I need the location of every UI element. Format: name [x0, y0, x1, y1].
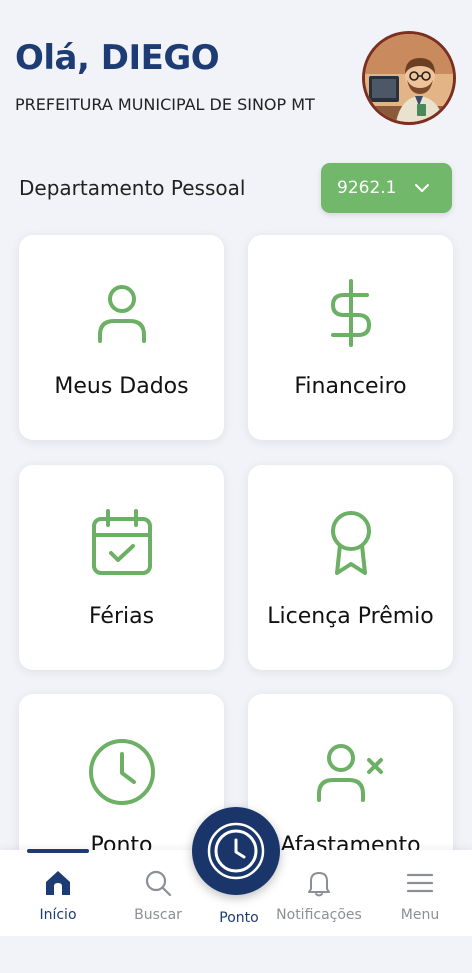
nav-label-ponto[interactable]: Ponto — [192, 910, 286, 926]
bottom-safe-area — [0, 936, 472, 973]
ponto-fab-button[interactable] — [192, 807, 280, 895]
bell-icon — [308, 872, 330, 897]
nav-label: Início — [39, 907, 77, 923]
greeting: Olá, DIEGO — [15, 38, 220, 78]
nav-item-menu[interactable]: Menu — [373, 850, 467, 936]
card-label: Meus Dados — [54, 374, 189, 399]
user-x-icon — [316, 744, 383, 802]
card-meus-dados[interactable]: Meus Dados — [19, 235, 224, 440]
award-icon — [330, 511, 371, 575]
user-icon — [97, 285, 146, 343]
card-financeiro[interactable]: Financeiro — [248, 235, 453, 440]
chevron-down-icon — [415, 184, 429, 192]
nav-label: Notificações — [276, 907, 362, 923]
avatar[interactable] — [362, 31, 456, 125]
organization-name: PREFEITURA MUNICIPAL DE SINOP MT — [15, 95, 315, 114]
card-label: Licença Prêmio — [267, 604, 434, 629]
department-label: Departamento Pessoal — [19, 176, 246, 200]
nav-item-buscar[interactable]: Buscar — [111, 850, 205, 936]
nav-item-notificacoes[interactable]: Notificações — [272, 850, 366, 936]
dollar-icon — [330, 279, 371, 347]
department-select-value: 9262.1 — [337, 178, 397, 198]
nav-item-inicio[interactable]: Início — [11, 850, 105, 936]
clock-icon — [88, 739, 155, 805]
search-icon — [145, 870, 172, 897]
home-icon — [46, 871, 70, 895]
clock-icon — [207, 822, 265, 880]
nav-label: Buscar — [134, 907, 182, 923]
nav-label: Menu — [400, 907, 440, 923]
active-tab-indicator — [27, 849, 89, 853]
card-label: Férias — [88, 604, 155, 629]
card-label: Financeiro — [294, 374, 407, 399]
card-ferias[interactable]: Férias — [19, 465, 224, 670]
department-select[interactable]: 9262.1 — [321, 163, 452, 213]
card-licenca-premio[interactable]: Licença Prêmio — [248, 465, 453, 670]
menu-icon — [406, 873, 434, 893]
calendar-check-icon — [91, 509, 152, 575]
